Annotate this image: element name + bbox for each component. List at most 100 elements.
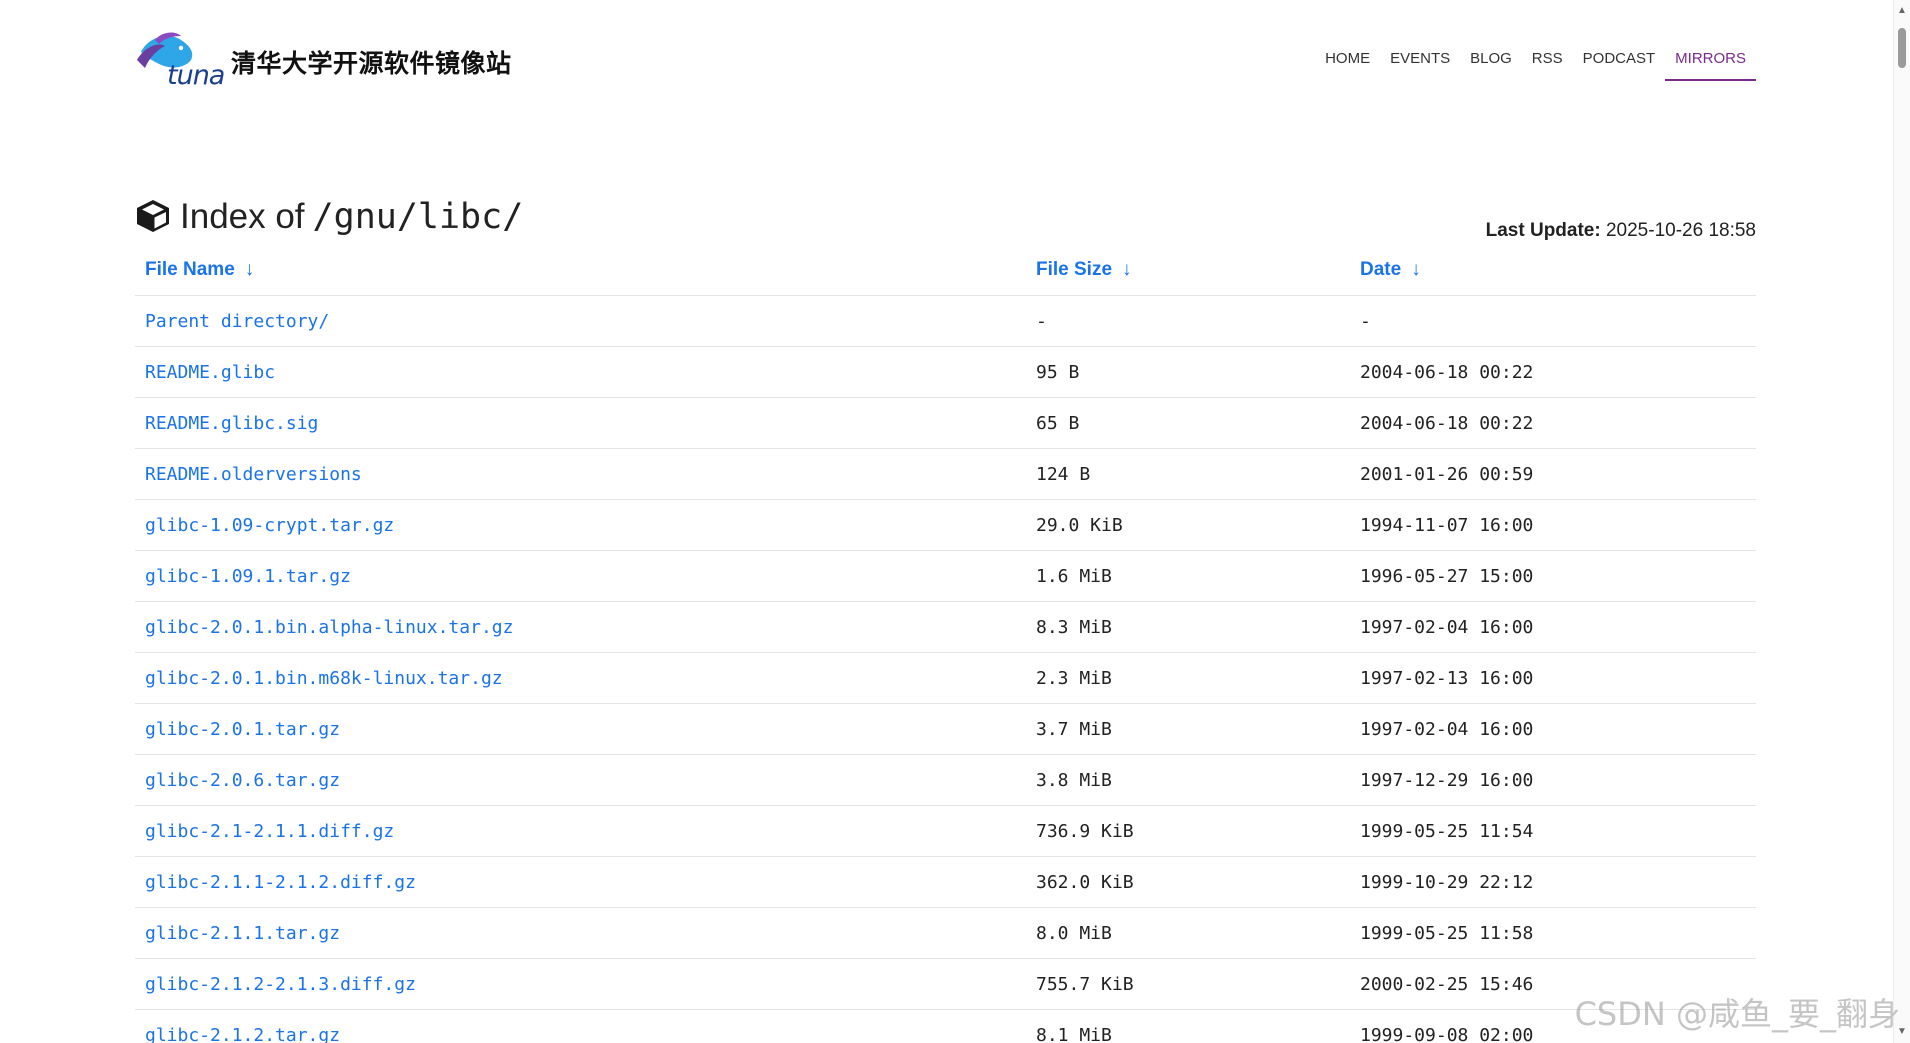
main-container: tuna 清华大学开源软件镜像站 HOME EVENTS BLOG RSS PO… [135,0,1756,1043]
file-name-cell: glibc-2.0.1.bin.alpha-linux.tar.gz [135,601,1026,653]
file-size-cell: 1.6 MiB [1026,550,1350,602]
sort-by-file-name[interactable]: File Name ↓ [135,246,1026,296]
column-header-label: Date [1360,259,1402,280]
file-size-cell: 8.0 MiB [1026,907,1350,959]
file-size-cell: 736.9 KiB [1026,805,1350,857]
file-size-cell: 8.3 MiB [1026,601,1350,653]
sort-by-file-size[interactable]: File Size ↓ [1026,246,1350,296]
table-row: glibc-2.1.1-2.1.2.diff.gz 362.0 KiB 1999-1… [135,856,1756,908]
file-name-cell: glibc-1.09.1.tar.gz [135,550,1026,602]
last-update-value: 2025-10-26 18:58 [1605,220,1756,241]
file-size-cell: 3.8 MiB [1026,754,1350,806]
file-link[interactable]: glibc-1.09-crypt.tar.gz [145,515,394,536]
file-size-cell: 362.0 KiB [1026,856,1350,908]
file-link[interactable]: glibc-2.0.1.tar.gz [145,719,340,740]
page: tuna 清华大学开源软件镜像站 HOME EVENTS BLOG RSS PO… [0,0,1910,1043]
table-row: glibc-2.1.2.tar.gz 8.1 MiB 1999-09-08 02:0… [135,1009,1756,1043]
file-date-cell: 2004-06-18 00:22 [1350,397,1756,449]
table-row: glibc-2.0.1.bin.m68k-linux.tar.gz 2.3 MiB… [135,652,1756,704]
file-name-cell: README.glibc.sig [135,397,1026,449]
index-path: /gnu/libc/ [312,197,524,237]
file-date-cell: 1999-10-29 22:12 [1350,856,1756,908]
file-size-cell: 65 B [1026,397,1350,449]
file-date-cell: 1997-02-04 16:00 [1350,601,1756,653]
file-date-cell: 1999-05-25 11:58 [1350,907,1756,959]
table-row: Parent directory/ - - [135,295,1756,347]
column-header-label: File Name [145,259,235,280]
table-row: README.glibc.sig 65 B 2004-06-18 00:22 [135,397,1756,449]
file-link[interactable]: glibc-2.1.2.tar.gz [145,1025,340,1043]
last-update-label: Last Update: [1485,220,1601,241]
nav-rss[interactable]: RSS [1522,46,1573,81]
table-row: glibc-2.0.1.bin.alpha-linux.tar.gz 8.3 Mi… [135,601,1756,653]
tuna-fish-icon: tuna [135,30,225,96]
file-link[interactable]: glibc-2.0.6.tar.gz [145,770,340,791]
file-size-cell: - [1026,295,1350,347]
sort-by-date[interactable]: Date ↓ [1350,246,1756,296]
file-size-cell: 3.7 MiB [1026,703,1350,755]
file-name-cell: glibc-1.09-crypt.tar.gz [135,499,1026,551]
file-link[interactable]: glibc-2.0.1.bin.alpha-linux.tar.gz [145,617,513,638]
file-name-cell: glibc-2.1.1.tar.gz [135,907,1026,959]
file-name-cell: glibc-2.1.1-2.1.2.diff.gz [135,856,1026,908]
file-link[interactable]: glibc-2.1.1.tar.gz [145,923,340,944]
main-nav: HOME EVENTS BLOG RSS PODCAST MIRRORS [1315,46,1756,81]
file-link[interactable]: glibc-2.1-2.1.1.diff.gz [145,821,394,842]
table-row: glibc-1.09.1.tar.gz 1.6 MiB 1996-05-27 15:… [135,550,1756,602]
file-size-cell: 124 B [1026,448,1350,500]
file-size-cell: 2.3 MiB [1026,652,1350,704]
table-row: glibc-1.09-crypt.tar.gz 29.0 KiB 1994-11-0… [135,499,1756,551]
file-date-cell: 1997-02-13 16:00 [1350,652,1756,704]
file-listing-table: File Name ↓ File Size ↓ Date ↓ Parent direc… [135,246,1756,1043]
sort-arrow-icon: ↓ [1411,259,1421,280]
table-row: README.glibc 95 B 2004-06-18 00:22 [135,346,1756,398]
file-date-cell: 2000-02-25 15:46 [1350,958,1756,1010]
file-date-cell: - [1350,295,1756,347]
file-size-cell: 755.7 KiB [1026,958,1350,1010]
nav-events[interactable]: EVENTS [1380,46,1460,81]
file-link[interactable]: glibc-2.0.1.bin.m68k-linux.tar.gz [145,668,503,689]
table-row: glibc-2.1.2-2.1.3.diff.gz 755.7 KiB 2000-0… [135,958,1756,1010]
file-name-cell: glibc-2.1-2.1.1.diff.gz [135,805,1026,857]
file-date-cell: 1996-05-27 15:00 [1350,550,1756,602]
file-link[interactable]: README.glibc [145,362,275,383]
file-size-cell: 29.0 KiB [1026,499,1350,551]
vertical-scrollbar[interactable]: ▲ ▼ [1893,0,1910,1043]
nav-blog[interactable]: BLOG [1460,46,1522,81]
scroll-down-arrow-icon[interactable]: ▼ [1897,1027,1907,1037]
page-title: Index of/gnu/libc/ [180,192,523,242]
file-date-cell: 1997-02-04 16:00 [1350,703,1756,755]
file-date-cell: 2004-06-18 00:22 [1350,346,1756,398]
table-row: glibc-2.1-2.1.1.diff.gz 736.9 KiB 1999-05-… [135,805,1756,857]
nav-home[interactable]: HOME [1315,46,1380,81]
file-date-cell: 1994-11-07 16:00 [1350,499,1756,551]
site-logo[interactable]: tuna 清华大学开源软件镜像站 [135,30,512,96]
file-name-cell: glibc-2.0.1.tar.gz [135,703,1026,755]
table-row: README.olderversions 124 B 2001-01-26 00:5… [135,448,1756,500]
parent-directory-link[interactable]: Parent directory/ [145,311,329,332]
file-name-cell: glibc-2.0.1.bin.m68k-linux.tar.gz [135,652,1026,704]
file-size-cell: 8.1 MiB [1026,1009,1350,1043]
scrollbar-thumb[interactable] [1898,28,1906,68]
file-name-cell: glibc-2.0.6.tar.gz [135,754,1026,806]
last-update: Last Update: 2025-10-26 18:58 [1486,220,1756,242]
file-link[interactable]: glibc-1.09.1.tar.gz [145,566,351,587]
file-link[interactable]: glibc-2.1.1-2.1.2.diff.gz [145,872,416,893]
file-size-cell: 95 B [1026,346,1350,398]
file-name-cell: glibc-2.1.2-2.1.3.diff.gz [135,958,1026,1010]
table-header-row: File Name ↓ File Size ↓ Date ↓ [135,246,1756,296]
file-name-cell: README.olderversions [135,448,1026,500]
scroll-up-arrow-icon[interactable]: ▲ [1897,6,1907,16]
sort-arrow-icon: ↓ [1122,259,1132,280]
nav-mirrors[interactable]: MIRRORS [1665,46,1756,81]
file-link[interactable]: README.olderversions [145,464,362,485]
table-row: glibc-2.1.1.tar.gz 8.0 MiB 1999-05-25 11:5… [135,907,1756,959]
file-link[interactable]: glibc-2.1.2-2.1.3.diff.gz [145,974,416,995]
nav-podcast[interactable]: PODCAST [1573,46,1666,81]
table-row: glibc-2.0.6.tar.gz 3.8 MiB 1997-12-29 16:0… [135,754,1756,806]
file-date-cell: 1997-12-29 16:00 [1350,754,1756,806]
file-date-cell: 1999-05-25 11:54 [1350,805,1756,857]
file-link[interactable]: README.glibc.sig [145,413,318,434]
file-date-cell: 1999-09-08 02:00 [1350,1009,1756,1043]
package-box-icon [135,198,171,234]
